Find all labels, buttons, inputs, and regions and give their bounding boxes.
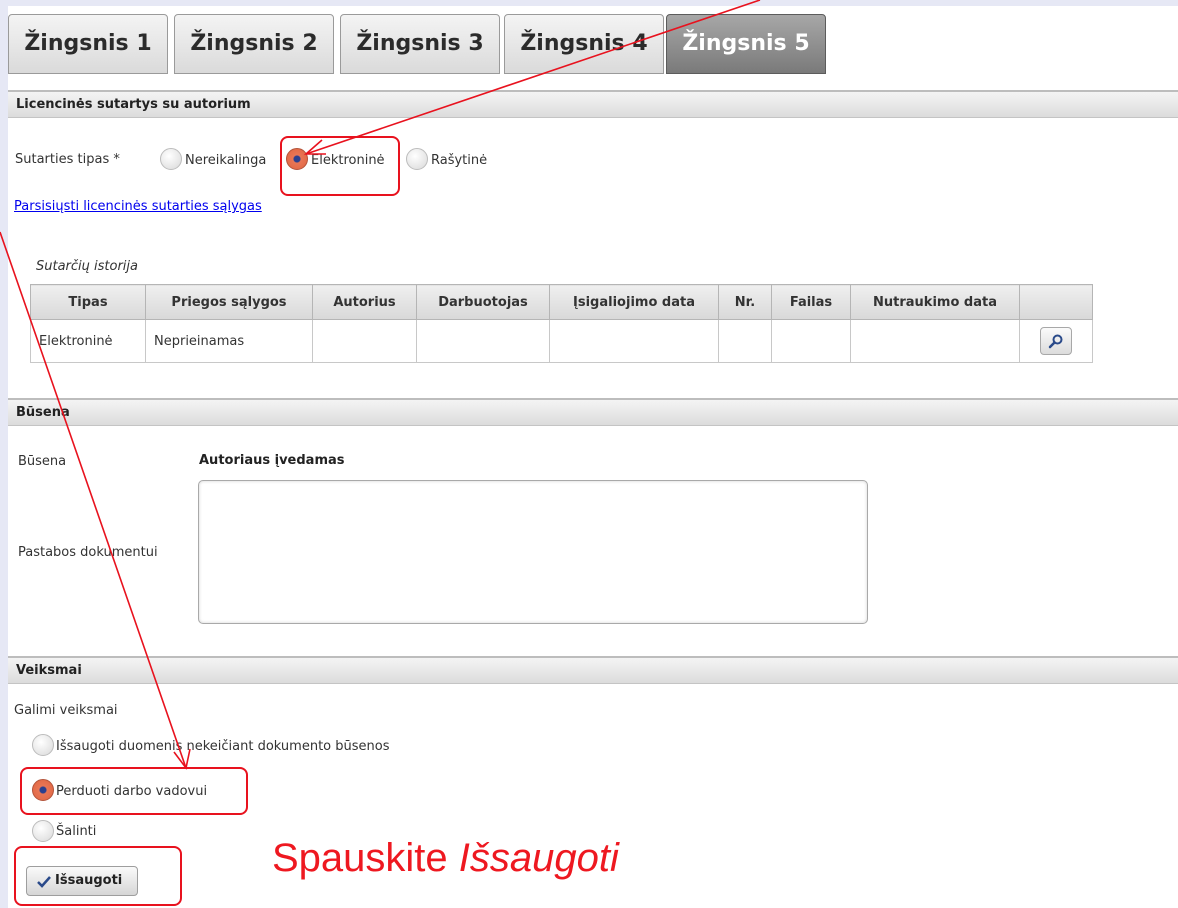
radio-written[interactable] xyxy=(406,148,428,170)
table-cell: Neprieinamas xyxy=(145,319,313,363)
table-cell xyxy=(312,319,417,363)
column-header: Autorius xyxy=(312,284,417,320)
notes-textarea[interactable] xyxy=(198,480,868,624)
instruction-prefix: Spauskite xyxy=(272,836,459,880)
annotation-box-save-button xyxy=(14,846,182,906)
radio-delete[interactable] xyxy=(32,820,54,842)
download-conditions-link[interactable]: Parsisiųsti licencinės sutarties sąlygas xyxy=(14,199,262,214)
column-header: Nr. xyxy=(718,284,772,320)
notes-label: Pastabos dokumentui xyxy=(18,545,158,560)
column-header: Tipas xyxy=(30,284,146,320)
column-header: Įsigaliojimo data xyxy=(549,284,719,320)
table-cell xyxy=(718,319,772,363)
radio-not-required[interactable] xyxy=(160,148,182,170)
radio-delete-label: Šalinti xyxy=(56,824,97,839)
annotation-box-electronic xyxy=(280,136,400,196)
status-label: Būsena xyxy=(18,454,67,469)
table-cell xyxy=(850,319,1020,363)
annotation-box-send-to-supervisor xyxy=(20,767,248,815)
table-cell xyxy=(549,319,719,363)
table-header-row: Tipas Priegos sąlygos Autorius Darbuotoj… xyxy=(30,284,1093,320)
instruction-emphasis: Išsaugoti xyxy=(458,836,619,880)
tab-step-4[interactable]: Žingsnis 4 xyxy=(504,14,664,74)
column-header xyxy=(1019,284,1093,320)
tab-step-5[interactable]: Žingsnis 5 xyxy=(666,14,826,74)
column-header: Failas xyxy=(771,284,851,320)
radio-save-without-status-label: Išsaugoti duomenis nekeičiant dokumento … xyxy=(56,739,390,754)
table-cell xyxy=(771,319,851,363)
available-actions-label: Galimi veiksmai xyxy=(14,703,118,718)
status-value: Autoriaus įvedamas xyxy=(199,453,345,468)
instruction-text: Spauskite Išsaugoti xyxy=(272,836,619,881)
radio-save-without-status[interactable] xyxy=(32,734,54,756)
tab-step-3[interactable]: Žingsnis 3 xyxy=(340,14,500,74)
actions-section-header: Veiksmai xyxy=(8,656,1178,684)
column-header: Darbuotojas xyxy=(416,284,550,320)
contract-type-label: Sutarties tipas * xyxy=(15,152,120,167)
table-row: Elektroninė Neprieinamas xyxy=(30,319,1093,363)
history-caption: Sutarčių istorija xyxy=(36,259,139,274)
column-header: Nutraukimo data xyxy=(850,284,1020,320)
radio-not-required-label: Nereikalinga xyxy=(185,153,267,168)
status-section-header: Būsena xyxy=(8,398,1178,426)
tab-step-1[interactable]: Žingsnis 1 xyxy=(8,14,168,74)
magnifier-icon xyxy=(1048,334,1063,349)
table-cell: Elektroninė xyxy=(30,319,146,363)
license-section-header: Licencinės sutartys su autorium xyxy=(8,90,1178,118)
table-cell xyxy=(416,319,550,363)
column-header: Priegos sąlygos xyxy=(145,284,313,320)
table-action-cell xyxy=(1019,319,1093,363)
view-details-button[interactable] xyxy=(1040,327,1072,355)
radio-written-label: Rašytinė xyxy=(431,153,488,168)
tab-step-2[interactable]: Žingsnis 2 xyxy=(174,14,334,74)
history-table: Tipas Priegos sąlygos Autorius Darbuotoj… xyxy=(30,284,1093,363)
